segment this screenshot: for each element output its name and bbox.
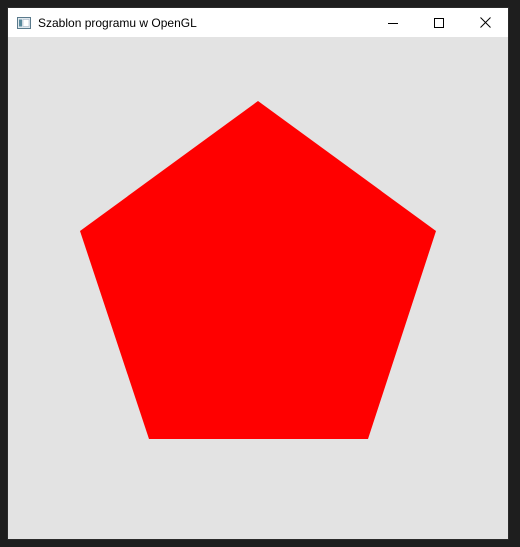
maximize-icon bbox=[434, 17, 444, 28]
window-title: Szablon programu w OpenGL bbox=[38, 15, 197, 30]
red-pentagon bbox=[80, 101, 436, 439]
window-controls bbox=[370, 8, 508, 37]
opengl-canvas[interactable] bbox=[8, 37, 508, 539]
render-surface bbox=[80, 101, 436, 439]
close-icon bbox=[479, 17, 491, 28]
title-bar[interactable]: Szablon programu w OpenGL bbox=[8, 8, 508, 37]
opengl-window: Szablon programu w OpenGL bbox=[8, 8, 508, 539]
maximize-button[interactable] bbox=[416, 8, 462, 37]
minimize-button[interactable] bbox=[370, 8, 416, 37]
close-button[interactable] bbox=[462, 8, 508, 37]
minimize-icon bbox=[388, 22, 398, 24]
app-window-icon bbox=[16, 15, 32, 31]
